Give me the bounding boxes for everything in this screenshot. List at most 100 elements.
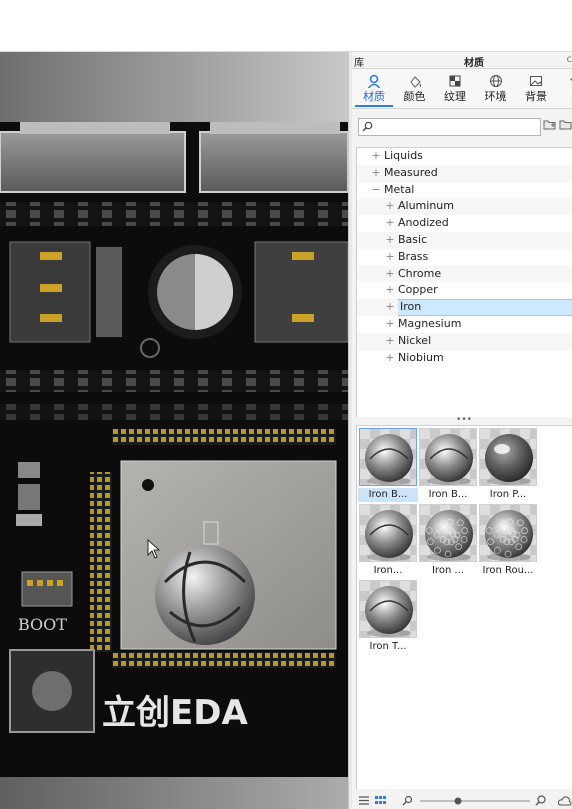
tree-item[interactable]: + Magnesium	[357, 316, 572, 333]
search-input[interactable]	[375, 120, 539, 134]
thumbnail-caption: Iron P...	[489, 489, 527, 500]
material-thumbnail[interactable]: Iron Rou...	[478, 504, 538, 578]
material-preview-sphere	[359, 580, 417, 638]
tab-label: 背景	[525, 90, 547, 103]
expand-icon[interactable]: +	[371, 165, 381, 182]
panel-title: 材质	[464, 58, 484, 69]
thumbnail-size-slider[interactable]	[420, 795, 530, 807]
expand-icon[interactable]: +	[385, 316, 395, 333]
material-preview-sphere	[359, 504, 417, 562]
panel-bottom-bar	[352, 792, 572, 809]
tree-item-label: Aluminum	[398, 199, 454, 213]
thumbnail-caption: Iron T...	[369, 641, 407, 652]
tree-item[interactable]: + Iron	[357, 299, 572, 316]
material-thumbnail[interactable]: Iron...	[358, 504, 418, 578]
panel-header: 库 材质 c	[352, 52, 572, 69]
tree-item[interactable]: + Chrome	[357, 265, 572, 283]
library-label: 库	[354, 58, 364, 69]
tab-label: 收	[558, 90, 572, 104]
material-icon	[355, 72, 393, 90]
tab-label: 材质	[363, 90, 385, 103]
tree-item-label: Anodized	[398, 216, 449, 230]
tree-item-label: Copper	[398, 283, 438, 297]
material-preview-sphere	[359, 428, 417, 486]
expand-icon[interactable]: +	[385, 299, 395, 316]
tree-item[interactable]: + Liquids	[357, 148, 572, 165]
tab-image[interactable]: 背景	[517, 72, 555, 107]
tree-item[interactable]: + Niobium	[357, 350, 572, 367]
tree-item-label: Niobium	[398, 350, 444, 364]
tree-item[interactable]: + Aluminum	[357, 198, 572, 216]
tree-item[interactable]: + Brass	[357, 249, 572, 266]
tree-item-label: Brass	[398, 249, 429, 263]
zoom-in-icon[interactable]	[535, 795, 547, 807]
search-box[interactable]	[358, 118, 541, 136]
logo-text: 立创EDA	[102, 693, 248, 733]
expand-icon[interactable]: +	[385, 350, 395, 367]
material-preview-sphere	[479, 504, 537, 562]
tree-item[interactable]: + Basic	[357, 231, 572, 249]
material-preview-sphere	[419, 504, 477, 562]
tree-item[interactable]: + Anodized	[357, 215, 572, 232]
list-view-icon[interactable]	[358, 795, 370, 806]
tab-favorites[interactable]: 收	[558, 72, 572, 107]
thumbnail-caption: Iron ...	[431, 565, 464, 576]
material-category-tree: + Liquids + Measured − Metal + Aluminum + Anodize…	[356, 147, 572, 417]
expand-icon[interactable]: +	[385, 198, 395, 215]
tab-globe[interactable]: 环境	[477, 72, 515, 107]
globe-icon	[477, 72, 515, 90]
tree-item-label: Metal	[384, 182, 415, 196]
render-viewport[interactable]: BOOT 立创EDA	[0, 52, 348, 809]
material-thumbnail[interactable]: Iron ...	[418, 504, 478, 578]
thumbnail-caption: Iron B...	[358, 488, 418, 502]
pcb-render: BOOT 立创EDA	[0, 52, 348, 809]
panel-more-label: c	[566, 54, 572, 65]
expand-icon[interactable]: +	[385, 282, 395, 299]
material-thumbnail-grid: Iron B... Iron B... Iron P... Iron... Iron .…	[356, 425, 572, 789]
expand-icon[interactable]: +	[385, 232, 395, 249]
tree-item[interactable]: + Copper	[357, 282, 572, 299]
search-icon	[362, 121, 373, 132]
material-thumbnail[interactable]: Iron T...	[358, 580, 418, 654]
expand-icon[interactable]: +	[385, 266, 395, 283]
tree-item-label: Nickel	[398, 333, 432, 347]
tree-item-label: Iron	[398, 299, 572, 316]
thumbnail-caption: Iron Rou...	[482, 565, 534, 576]
add-folder-icon[interactable]	[543, 119, 557, 131]
search-row	[352, 109, 572, 138]
expand-icon[interactable]: +	[385, 249, 395, 266]
material-preview-sphere	[479, 428, 537, 486]
collapse-icon[interactable]: −	[371, 182, 381, 199]
open-folder-icon[interactable]	[559, 119, 572, 131]
cloud-icon[interactable]	[558, 795, 572, 807]
favorites-icon	[558, 72, 572, 90]
tab-material[interactable]: 材质	[355, 72, 393, 107]
grid-view-icon[interactable]	[374, 795, 386, 806]
material-thumbnail[interactable]: Iron B...	[418, 428, 478, 502]
top-toolbar-area	[0, 0, 572, 52]
tree-item-label: Measured	[384, 165, 438, 179]
expand-icon[interactable]: +	[371, 148, 381, 165]
tree-item-label: Magnesium	[398, 316, 462, 330]
tab-label: 环境	[484, 90, 507, 103]
thumbnail-caption: Iron...	[373, 565, 403, 576]
tree-item-label: Chrome	[398, 266, 442, 280]
list-splitter[interactable]: •••	[356, 416, 572, 425]
tab-label: 颜色	[403, 90, 426, 103]
tab-paint-bucket[interactable]: 颜色	[396, 72, 434, 107]
boot-label: BOOT	[18, 615, 67, 634]
material-thumbnail[interactable]: Iron B...	[358, 428, 418, 502]
expand-icon[interactable]: +	[385, 215, 395, 232]
tree-item[interactable]: + Measured	[357, 164, 572, 182]
material-thumbnail[interactable]: Iron P...	[478, 428, 538, 502]
thumbnail-caption: Iron B...	[428, 489, 468, 500]
library-tabs: 材质 颜色 纹理 环境 背景收	[352, 69, 572, 109]
paint-bucket-icon	[396, 72, 434, 90]
tree-item[interactable]: − Metal	[357, 182, 572, 199]
expand-icon[interactable]: +	[385, 333, 395, 350]
zoom-out-icon[interactable]	[402, 795, 414, 807]
tree-item[interactable]: + Nickel	[357, 332, 572, 350]
tree-item-label: Liquids	[384, 149, 423, 162]
tab-texture[interactable]: 纹理	[436, 72, 474, 107]
tree-item-label: Basic	[398, 232, 428, 246]
